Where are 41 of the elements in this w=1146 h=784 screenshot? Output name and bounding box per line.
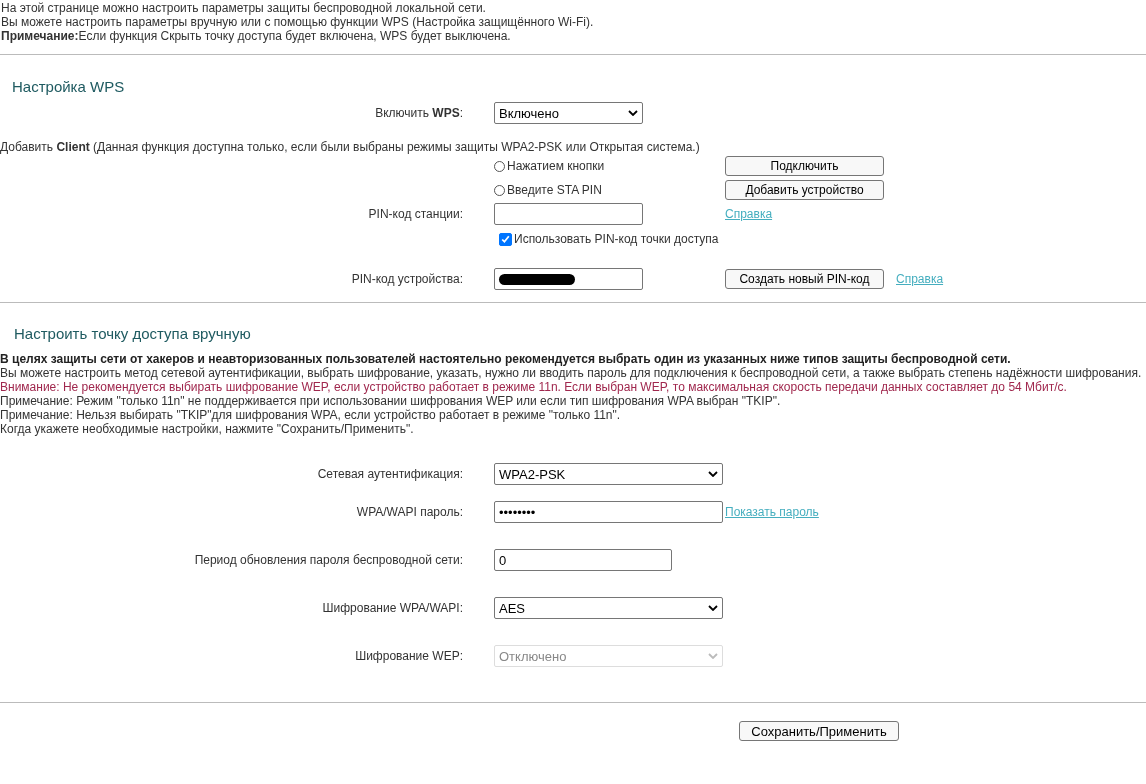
client-note: Добавить Client (Данная функция доступна только, если были выбраны режимы защиты WPA2-PSK или Открытая система.) [0, 140, 701, 154]
dropdown[interactable]: AES [494, 597, 723, 619]
field-label: Период обновления пароля беспроводной сети: [193, 553, 463, 567]
dropdown[interactable]: Включено [494, 102, 643, 124]
field-label: PIN-код устройства: [350, 272, 463, 286]
note-text: Примечание: Нельзя выбирать "TKIP"для шифрования WPA, если устройство работает в режиме "только 11n". [0, 408, 622, 422]
radio-label: Нажатием кнопки [507, 159, 605, 173]
field-label: Шифрование WEP: [354, 649, 463, 663]
input-field[interactable] [494, 268, 643, 290]
dropdown[interactable]: WPA2-PSK [494, 463, 723, 485]
password-field[interactable]: •••••••• [494, 501, 723, 523]
section-title: Настроить точку доступа вручную [13, 325, 252, 343]
input-field[interactable] [494, 203, 643, 225]
note-text: Вы можете настроить метод сетевой аутентификации, выбрать шифрование, указать, нужно ли вводить пароль для подключения к беспроводной сети, а также выбрать степень надёжности шифрования. [0, 366, 1143, 380]
intro-text: На этой странице можно настроить параметры защиты беспроводной локальной сети. [1, 1, 487, 15]
field-label: PIN-код станции: [367, 207, 463, 221]
note-text: Примечание: Режим "только 11n" не поддерживается при использовании шифрования WEP или если тип шифрования WPA выбран "TKIP". [0, 394, 782, 408]
note-text: Внимание: Не рекомендуется выбирать шифрование WEP, если устройство работает в режиме 11n. Если выбран WEP, то максимальная скорость передачи данных составляет до 54 Мбит/с. [0, 380, 1068, 394]
chevron-icon [708, 653, 718, 659]
intro-text: Вы можете настроить параметры вручную или с помощью функции WPS (Настройка защищённого Wi-Fi). [1, 15, 595, 29]
chevron-icon [628, 110, 638, 116]
field-label: Шифрование WPA/WAPI: [321, 601, 463, 615]
input-field[interactable]: 0 [494, 549, 672, 571]
note-text: В целях защиты сети от хакеров и неавторизованных пользователей настоятельно рекомендуется выбрать один из указанных ниже типов защиты беспроводной сети. [0, 352, 1012, 366]
generate-pin-button[interactable]: Создать новый PIN-код [725, 269, 884, 289]
action-button[interactable]: Добавить устройство [725, 180, 884, 200]
radio-label: Введите STA PIN [507, 183, 602, 197]
field-label: Включить WPS: [374, 106, 463, 120]
section-title: Настройка WPS [11, 78, 126, 96]
checkbox-label: Использовать PIN-код точки доступа [514, 232, 719, 246]
field-label: WPA/WAPI пароль: [355, 505, 463, 519]
intro-text: Примечание:Если функция Скрыть точку доступа будет включена, WPS будет выключена. [1, 29, 512, 43]
save-button[interactable]: Сохранить/Применить [739, 721, 899, 741]
checkbox[interactable] [499, 232, 512, 246]
radio-button[interactable] [494, 184, 505, 196]
field-label: Сетевая аутентификация: [316, 467, 463, 481]
action-button[interactable]: Подключить [725, 156, 884, 176]
radio-button[interactable] [494, 160, 505, 172]
chevron-icon [708, 605, 718, 611]
chevron-icon [708, 471, 718, 477]
note-text: Когда укажете необходимые настройки, нажмите "Сохранить/Применить". [0, 422, 415, 436]
